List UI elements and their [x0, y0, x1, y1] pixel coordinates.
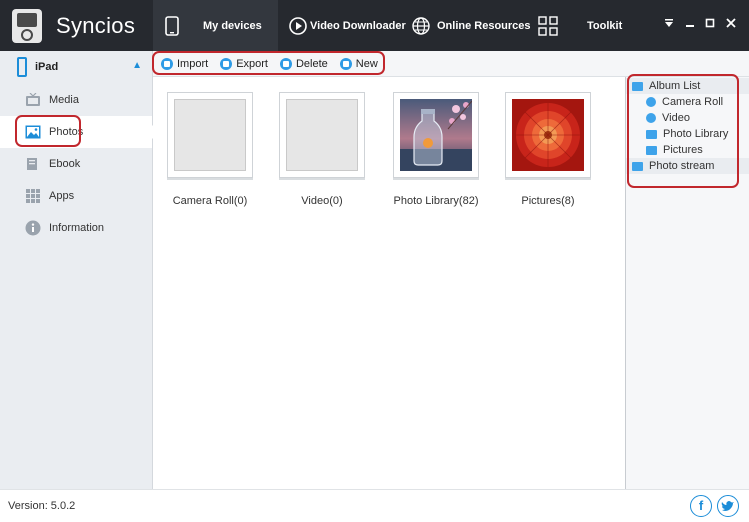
sidebar-item-label: Apps [49, 190, 75, 202]
sidebar-item-label: Information [49, 222, 105, 234]
sidebar-item-media[interactable]: Media [0, 84, 152, 116]
footer: Version: 5.0.2 f [0, 489, 749, 522]
device-name: iPad [35, 60, 59, 73]
version-text: Version: 5.0.2 [8, 500, 76, 512]
twitter-icon[interactable] [717, 495, 739, 517]
nav-video-downloader-label: Video Downloader [310, 19, 406, 32]
eject-icon[interactable]: ▲ [132, 60, 142, 71]
ipad-device-icon [17, 56, 27, 77]
phone-icon [165, 15, 179, 36]
sidebar-item-information[interactable]: Information [0, 212, 152, 244]
ipod-logo-icon [12, 8, 42, 43]
minimize-icon[interactable] [683, 17, 697, 31]
sidebar-item-ebook[interactable]: Ebook [0, 148, 152, 180]
menu-dropdown-icon[interactable] [662, 17, 676, 31]
nav-online-resources[interactable]: Online Resources [412, 0, 531, 51]
album-thumbnail [505, 92, 591, 178]
nav-online-resources-label: Online Resources [437, 19, 531, 32]
album-label: Photo Library(82) [393, 195, 479, 207]
apps-grid-icon [26, 189, 40, 203]
sidebar-item-apps[interactable]: Apps [0, 180, 152, 212]
nav-my-devices[interactable]: My devices [153, 0, 278, 51]
close-icon[interactable] [724, 17, 738, 31]
active-indicator [146, 125, 153, 139]
album-pictures[interactable]: Pictures(8) [505, 92, 591, 207]
nav-my-devices-label: My devices [203, 19, 262, 32]
sidebar-item-label: Media [49, 94, 79, 106]
top-bar: Syncios My devices Video Downloader Onli… [0, 0, 749, 51]
nav-video-downloader[interactable]: Video Downloader [289, 0, 406, 51]
book-icon [27, 158, 37, 170]
album-label: Pictures(8) [521, 195, 575, 207]
album-camera-roll[interactable]: Camera Roll(0) [167, 92, 253, 207]
app-name: Syncios [56, 12, 136, 38]
nav-toolkit[interactable]: Toolkit [538, 0, 622, 51]
photos-highlight [15, 115, 81, 147]
album-photo-library[interactable]: Photo Library(82) [393, 92, 479, 207]
sidebar-item-label: Ebook [49, 158, 81, 170]
album-thumbnail [167, 92, 253, 178]
toolkit-grid-icon [538, 15, 558, 36]
album-thumbnail [279, 92, 365, 178]
album-list-highlight [627, 74, 739, 188]
info-icon [25, 220, 41, 236]
album-label: Video(0) [301, 195, 343, 207]
album-thumbnail [393, 92, 479, 178]
nav-toolkit-label: Toolkit [587, 19, 623, 32]
device-row[interactable]: iPad ▲ [0, 51, 152, 82]
facebook-icon[interactable]: f [690, 495, 712, 517]
bottle-sunset-image [400, 99, 472, 171]
toolbar-highlight [152, 51, 385, 75]
red-flower-image [512, 99, 584, 171]
album-label: Camera Roll(0) [172, 195, 248, 207]
maximize-icon[interactable] [703, 17, 717, 31]
album-video[interactable]: Video(0) [279, 92, 365, 207]
brand: Syncios [0, 0, 153, 51]
play-circle-icon [289, 16, 307, 35]
album-grid: Camera Roll(0) Video(0) Photo Library(82… [153, 77, 625, 489]
globe-icon [412, 16, 430, 35]
tv-icon [26, 93, 40, 106]
